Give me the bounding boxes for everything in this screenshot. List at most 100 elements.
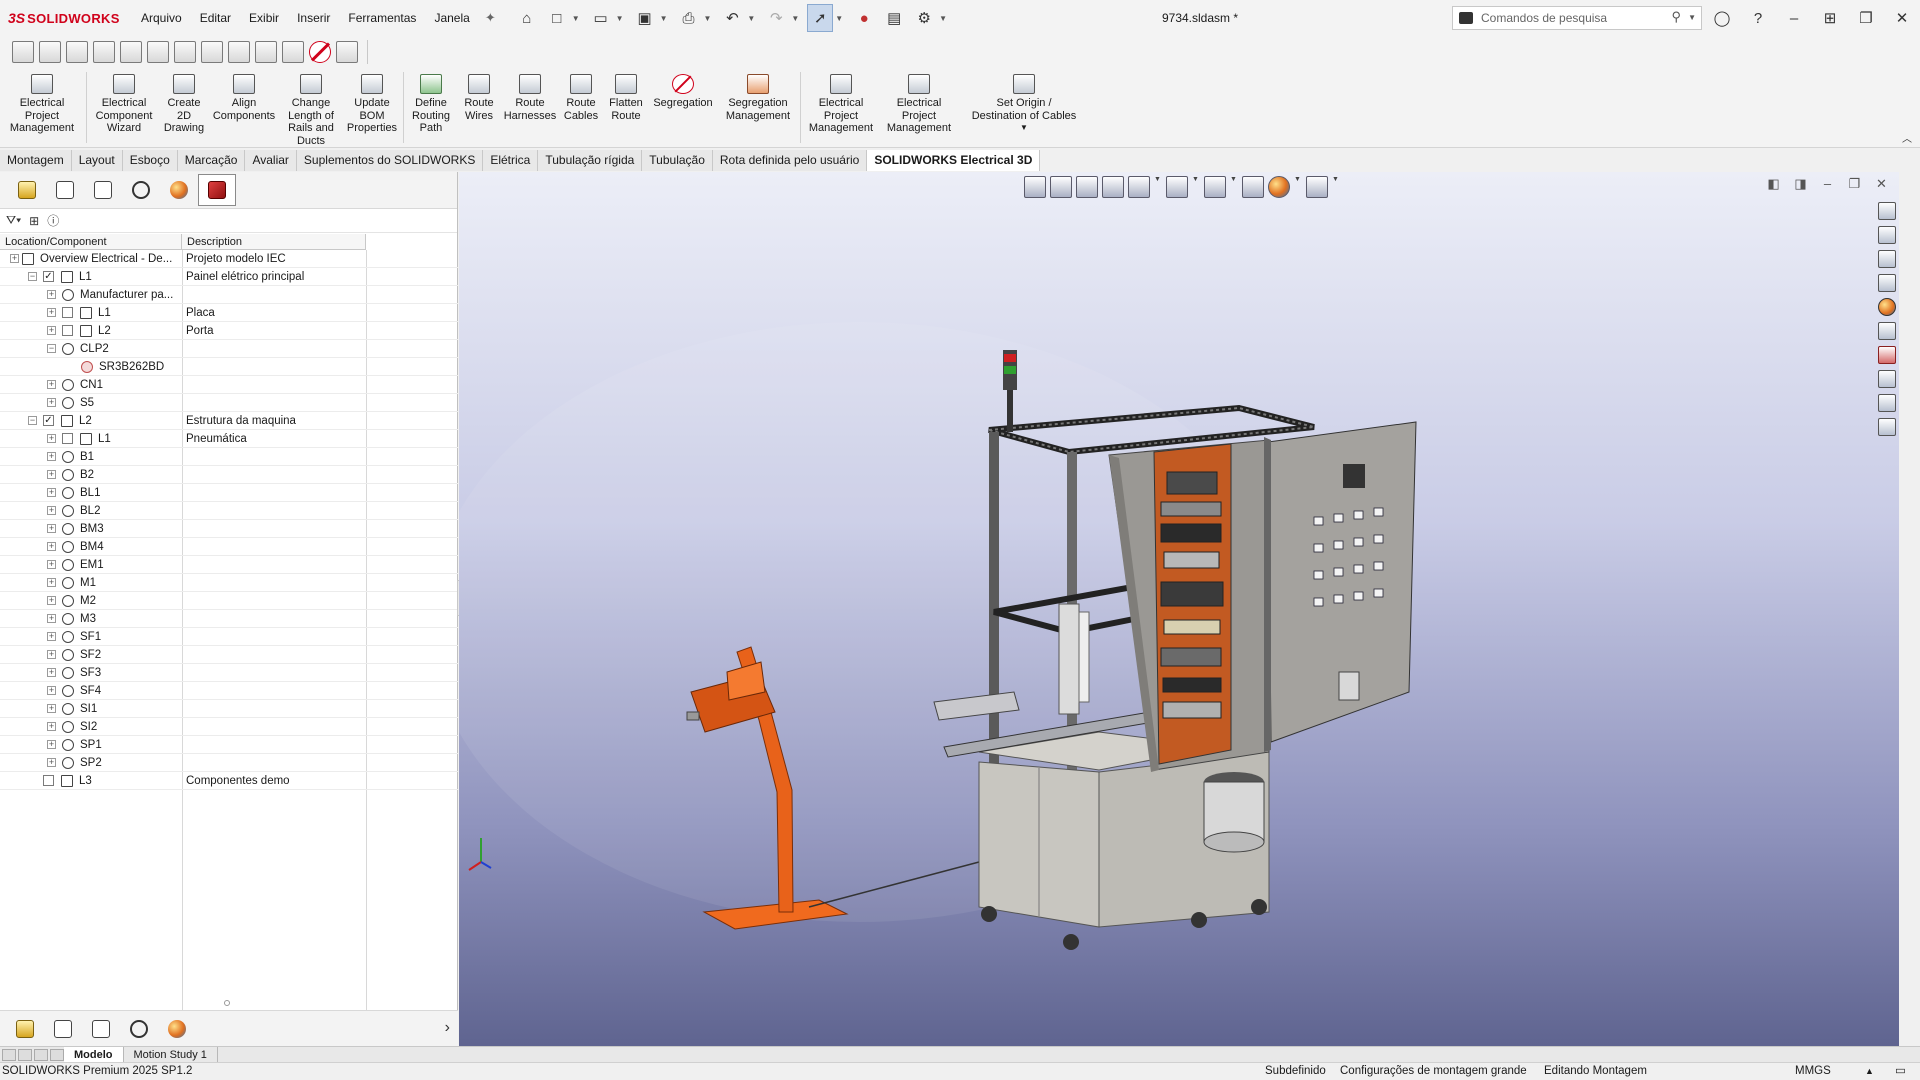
command-search[interactable]: Comandos de pesquisa ⚲ ▼ xyxy=(1452,6,1702,30)
ribbon-electrical-component-wizard[interactable]: Electrical Component Wizard xyxy=(89,68,159,147)
tree-row[interactable]: + SF2 xyxy=(0,646,458,664)
tree-row[interactable]: + BM4 xyxy=(0,538,458,556)
tree-row[interactable]: + SF4 xyxy=(0,682,458,700)
graphics-area[interactable]: ▼ ▼ ▼ ▼ ▼ ◧ ◨ – ❐ ✕ xyxy=(459,172,1899,1046)
options-dropdown-icon[interactable]: ▼ xyxy=(939,14,947,23)
ribbon-electrical-project-management-2[interactable]: Electrical Project Management xyxy=(803,68,879,147)
menu-arquivo[interactable]: Arquivo xyxy=(132,0,191,36)
wizard-icon[interactable] xyxy=(39,41,61,63)
expand-icon[interactable]: + xyxy=(47,560,56,569)
expand-icon[interactable]: + xyxy=(10,254,19,263)
chevron-right-icon[interactable]: › xyxy=(445,1019,450,1037)
ribbon-flatten-route[interactable]: Flatten Route xyxy=(604,68,648,147)
tree-options-icon[interactable]: ⊞ xyxy=(29,214,39,228)
tab-tubulacao[interactable]: Tubulação xyxy=(642,150,713,171)
expand-icon[interactable]: + xyxy=(47,524,56,533)
display-manager-tab[interactable] xyxy=(160,174,198,206)
options-gear-icon[interactable]: ⚙ xyxy=(911,5,937,31)
collapse-ribbon-icon[interactable]: ︿ xyxy=(1902,130,1912,145)
visibility-checkbox[interactable] xyxy=(62,325,73,336)
tab-motion-study-1[interactable]: Motion Study 1 xyxy=(124,1046,218,1063)
electrical-cables-icon[interactable] xyxy=(1878,394,1896,412)
dimxpert-tab[interactable] xyxy=(122,174,160,206)
tree-row[interactable]: + L1 Placa xyxy=(0,304,458,322)
route-cables-icon[interactable] xyxy=(255,41,277,63)
collapse-icon[interactable]: − xyxy=(28,416,37,425)
expand-icon[interactable]: + xyxy=(47,452,56,461)
menu-janela[interactable]: Janela xyxy=(425,0,478,36)
electrical-cabinet[interactable] xyxy=(1108,421,1417,772)
ribbon-set-origin-destination-cables[interactable]: Set Origin / Destination of Cables ▼ xyxy=(959,68,1089,147)
visibility-checkbox[interactable] xyxy=(62,433,73,444)
tree-row[interactable]: + B2 xyxy=(0,466,458,484)
tree-row[interactable]: + BL2 xyxy=(0,502,458,520)
configuration-manager-tab-bottom[interactable] xyxy=(82,1013,120,1045)
tab-marcacao[interactable]: Marcação xyxy=(177,150,246,171)
file-explorer-icon[interactable] xyxy=(1878,250,1896,268)
menu-inserir[interactable]: Inserir xyxy=(288,0,339,36)
tree-row[interactable]: + M3 xyxy=(0,610,458,628)
expand-icon[interactable]: + xyxy=(47,326,56,335)
redo-dropdown-icon[interactable]: ▼ xyxy=(791,14,799,23)
expand-icon[interactable]: + xyxy=(47,758,56,767)
select-dropdown-icon[interactable]: ▼ xyxy=(835,14,843,23)
segregation-icon[interactable] xyxy=(309,41,331,63)
tree-row[interactable]: + SF1 xyxy=(0,628,458,646)
tree-row[interactable]: + M2 xyxy=(0,592,458,610)
column-description[interactable]: Description xyxy=(182,234,366,249)
ribbon-segregation-management[interactable]: Segregation Management xyxy=(718,68,798,147)
scroll-handle[interactable] xyxy=(224,1000,230,1006)
display-manager-tab-bottom[interactable] xyxy=(158,1013,196,1045)
prev-tab-icon[interactable] xyxy=(18,1048,32,1061)
print-icon[interactable]: ⎙ xyxy=(675,5,701,31)
tree-row[interactable]: + L2 Porta xyxy=(0,322,458,340)
open-dropdown-icon[interactable]: ▼ xyxy=(616,14,624,23)
close-icon[interactable]: ✕ xyxy=(1884,9,1920,27)
last-tab-icon[interactable] xyxy=(50,1048,64,1061)
expand-icon[interactable]: + xyxy=(47,290,56,299)
rail-icon[interactable] xyxy=(120,41,142,63)
expand-icon[interactable]: + xyxy=(47,542,56,551)
project-icon[interactable] xyxy=(12,41,34,63)
ribbon-route-cables[interactable]: Route Cables xyxy=(558,68,604,147)
ribbon-route-harnesses[interactable]: Route Harnesses xyxy=(502,68,558,147)
expand-icon[interactable]: + xyxy=(47,578,56,587)
tab-rota-definida[interactable]: Rota definida pelo usuário xyxy=(712,150,868,171)
tab-eletrica[interactable]: Elétrica xyxy=(483,150,539,171)
expand-icon[interactable]: + xyxy=(47,488,56,497)
drawing-icon[interactable] xyxy=(66,41,88,63)
tree-row[interactable]: − ✓ L1 Painel elétrico principal xyxy=(0,268,458,286)
collapse-icon[interactable]: − xyxy=(47,344,56,353)
flatten-icon[interactable] xyxy=(282,41,304,63)
solidworks-forum-icon[interactable] xyxy=(1878,370,1896,388)
tab-tubulacao-rigida[interactable]: Tubulação rígida xyxy=(538,150,643,171)
search-icon[interactable]: ⚲ xyxy=(1671,9,1681,25)
search-input[interactable]: Comandos de pesquisa xyxy=(1481,11,1607,25)
electrical-manager-tab[interactable] xyxy=(198,174,236,206)
undo-dropdown-icon[interactable]: ▼ xyxy=(747,14,755,23)
expand-icon[interactable]: + xyxy=(47,434,56,443)
visibility-checkbox[interactable]: ✓ xyxy=(43,415,54,426)
expand-icon[interactable]: + xyxy=(47,596,56,605)
tab-suplementos[interactable]: Suplementos do SOLIDWORKS xyxy=(296,150,484,171)
ribbon-segregation[interactable]: Segregation xyxy=(648,68,718,147)
view-palette-icon[interactable] xyxy=(1878,274,1896,292)
tree-row[interactable]: − ✓ L2 Estrutura da maquina xyxy=(0,412,458,430)
ribbon-update-bom-properties[interactable]: Update BOM Properties xyxy=(343,68,401,147)
tile-windows-icon[interactable]: ⊞ xyxy=(1812,9,1848,27)
appearances-icon[interactable] xyxy=(1878,298,1896,316)
tab-montagem[interactable]: Montagem xyxy=(0,150,72,171)
segregation-mgmt-icon[interactable] xyxy=(336,41,358,63)
redo-icon[interactable]: ↷ xyxy=(763,5,789,31)
configuration-manager-tab[interactable] xyxy=(84,174,122,206)
horizontal-scrollbar[interactable] xyxy=(0,998,458,1008)
collapse-icon[interactable]: − xyxy=(28,272,37,281)
units-dropdown-icon[interactable]: ▲ xyxy=(1865,1063,1874,1080)
ribbon-electrical-project-management-3[interactable]: Electrical Project Management xyxy=(879,68,959,147)
units-selector[interactable]: MMGS xyxy=(1795,1063,1831,1080)
tree-row[interactable]: + SP2 xyxy=(0,754,458,772)
property-manager-tab-bottom[interactable] xyxy=(44,1013,82,1045)
tree-row[interactable]: + BM3 xyxy=(0,520,458,538)
expand-icon[interactable]: + xyxy=(47,668,56,677)
tab-esboco[interactable]: Esboço xyxy=(122,150,178,171)
